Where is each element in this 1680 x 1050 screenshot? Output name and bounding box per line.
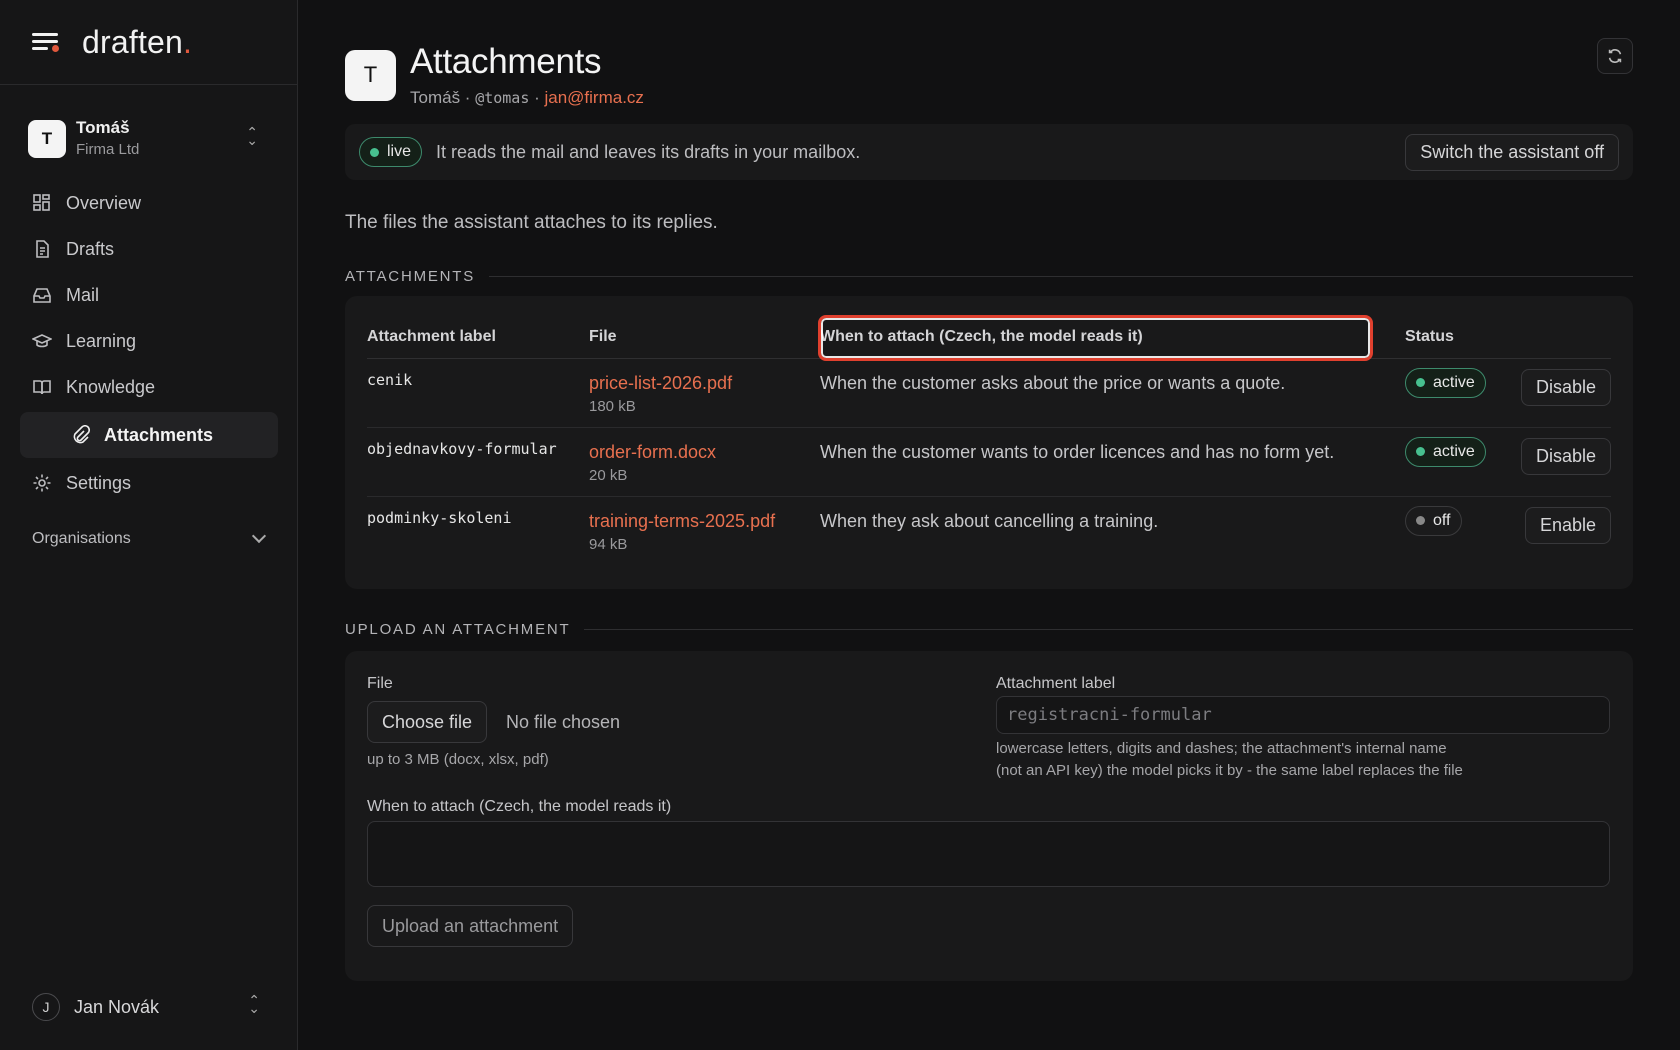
when-to-attach: When they ask about cancelling a trainin… (820, 510, 1159, 531)
organisations-label: Organisations (32, 530, 131, 547)
attachment-label: podminky-skoleni (367, 508, 512, 527)
graduation-cap-icon (32, 334, 52, 348)
attachment-label: objednavkovy-formular (367, 427, 589, 497)
chevron-up-down-icon: ⌃ ⌄ (248, 992, 260, 1016)
refresh-icon (1608, 49, 1622, 63)
sidebar-item-overview[interactable]: Overview (20, 180, 278, 226)
sidebar-item-knowledge[interactable]: Knowledge (20, 364, 278, 410)
file-field-label: File (367, 675, 393, 692)
status-badge: active (1405, 367, 1486, 398)
when-to-attach: When the customer asks about the price o… (820, 358, 1405, 428)
status-dot-icon (1416, 516, 1425, 525)
attachments-table: Attachment label File When to attach (Cz… (367, 316, 1611, 565)
disable-button[interactable]: Disable (1520, 368, 1611, 406)
column-header: Attachment label (367, 316, 589, 359)
menu-icon[interactable] (32, 31, 60, 53)
status-badge: live (359, 137, 423, 167)
file-size: 94 kB (589, 535, 628, 553)
no-file-text: No file chosen (506, 712, 621, 732)
switch-off-button[interactable]: Switch the assistant off (1405, 134, 1619, 171)
file-link[interactable]: price-list-2026.pdf (589, 373, 820, 394)
workspace-name: Tomáš (76, 118, 130, 138)
when-to-attach: When the customer wants to order licence… (820, 427, 1405, 497)
organisations-toggle[interactable]: Organisations (32, 528, 267, 548)
file-link[interactable]: training-terms-2025.pdf (589, 511, 820, 532)
sidebar-item-drafts[interactable]: Drafts (20, 226, 278, 272)
page-description: The files the assistant attaches to its … (345, 212, 718, 233)
choose-file-button[interactable]: Choose file (367, 701, 488, 743)
sidebar: draften. T Tomáš Firma Ltd ⌃ ⌄ Overview D… (0, 0, 298, 1050)
file-link[interactable]: order-form.docx (589, 442, 820, 463)
attachments-table-card: Attachment label File When to attach (Cz… (345, 296, 1633, 589)
enable-button[interactable]: Enable (1524, 506, 1611, 544)
table-row: objednavkovy-formular order-form.docx 20 … (367, 427, 1611, 497)
status-dot-icon (1416, 447, 1425, 456)
page-title: Attachments (410, 42, 602, 81)
sidebar-item-settings[interactable]: Settings (20, 460, 278, 506)
status-dot-icon (1416, 378, 1425, 387)
sidebar-item-learning[interactable]: Learning (20, 318, 278, 364)
refresh-button[interactable] (1597, 38, 1633, 74)
attachment-label-input[interactable]: registracni-formular (996, 696, 1610, 734)
brand-logo[interactable]: draften. (82, 24, 192, 61)
column-header: File (589, 316, 820, 359)
column-header-when: When to attach (Czech, the model reads i… (820, 316, 1405, 359)
file-hint: up to 3 MB (docx, xlsx, pdf) (367, 751, 549, 768)
attachment-label: cenik (367, 358, 589, 428)
status-badge: active (1405, 436, 1486, 467)
user-avatar: J (32, 993, 60, 1021)
table-header-row: Attachment label File When to attach (Cz… (367, 316, 1611, 359)
page-subtitle: Tomáš · @tomas · jan@firma.cz (410, 87, 644, 107)
grid-icon (33, 194, 50, 211)
table-row: cenik price-list-2026.pdf 180 kB When the… (367, 358, 1611, 428)
mailbox-avatar: T (345, 49, 396, 101)
table-row: podminky-skoleni training-terms-2025.pdf… (367, 496, 1611, 565)
upload-section-heading: UPLOAD AN ATTACHMENT (345, 621, 1633, 638)
user-switcher[interactable]: J Jan Novák ⌃ ⌄ (32, 992, 268, 1022)
user-name: Jan Novák (74, 996, 160, 1017)
upload-attachment-button[interactable]: Upload an attachment (367, 905, 574, 947)
email-link[interactable]: jan@firma.cz (544, 88, 643, 107)
chevron-down-icon (251, 528, 267, 544)
inbox-icon (33, 288, 51, 303)
when-to-attach-textarea[interactable] (367, 821, 1610, 887)
status-text: It reads the mail and leaves its drafts … (436, 141, 861, 162)
workspace-switcher[interactable]: T Tomáš Firma Ltd ⌃ ⌄ (28, 116, 276, 162)
brand-bar: draften. (0, 0, 297, 85)
attachment-label-field-label: Attachment label (996, 675, 1116, 692)
upload-form-card: File Choose file No file chosen up to 3 … (345, 651, 1633, 981)
paperclip-icon (73, 425, 90, 444)
sidebar-item-attachments[interactable]: Attachments (20, 412, 278, 458)
book-icon (33, 380, 51, 395)
file-size: 20 kB (589, 466, 628, 484)
gear-icon (33, 474, 51, 492)
when-field-label: When to attach (Czech, the model reads i… (367, 798, 672, 815)
status-dot-icon (370, 147, 379, 157)
sidebar-item-mail[interactable]: Mail (20, 272, 278, 318)
disable-button[interactable]: Disable (1520, 437, 1611, 475)
sidebar-nav: Overview Drafts Mail Learning Knowledge … (20, 180, 278, 506)
status-badge: off (1405, 505, 1462, 536)
column-header: Status (1405, 316, 1515, 359)
attachments-section-heading: ATTACHMENTS (345, 268, 1633, 285)
document-icon (36, 240, 49, 258)
chevron-up-down-icon: ⌃ ⌄ (246, 124, 258, 148)
attachment-label-hint: lowercase letters, digits and dashes; th… (996, 740, 1463, 779)
page-header: T Attachments Tomáš · @tomas · jan@firma… (345, 42, 644, 108)
workspace-company: Firma Ltd (76, 141, 140, 159)
file-size: 180 kB (589, 397, 636, 415)
workspace-avatar: T (28, 120, 66, 158)
handle: @tomas (475, 88, 530, 107)
assistant-status-bar: live It reads the mail and leaves its dr… (345, 124, 1633, 180)
